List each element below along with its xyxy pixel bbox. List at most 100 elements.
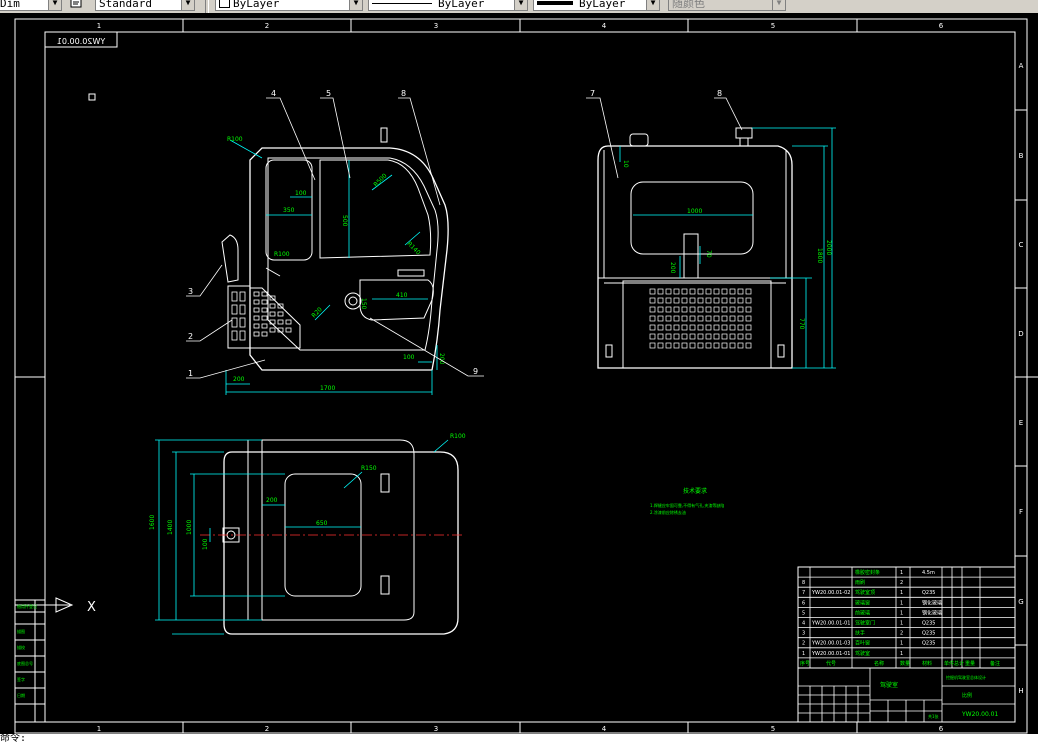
dim-text: 100 xyxy=(295,190,307,197)
dim-text: R100 xyxy=(274,251,290,258)
title-sheet: 共1张 xyxy=(928,713,939,719)
bom-name: 驾驶室顶 xyxy=(855,589,875,596)
bom-qty: 1 xyxy=(900,651,903,657)
title-scale: 比例 xyxy=(962,692,972,699)
zone-label: 1 xyxy=(97,725,101,733)
zone-label: A xyxy=(1019,62,1024,70)
balloon-label: 5 xyxy=(326,89,331,98)
bom-header-cell: 备注 xyxy=(990,660,1000,667)
bom-name: 玻璃窗 xyxy=(855,599,870,606)
bom-qty: 1 xyxy=(900,621,903,627)
lineweight-value: ByLayer xyxy=(579,0,626,10)
lineweight-preview-icon xyxy=(537,1,573,5)
balloon-label: 2 xyxy=(188,332,193,341)
color-dropdown[interactable]: ByLayer ▼ xyxy=(215,0,363,11)
dim-style-value: Dim xyxy=(0,0,20,10)
bom-name: 百叶窗 xyxy=(855,640,870,647)
zone-label: 6 xyxy=(939,22,944,30)
bom-material: 钢化玻璃 xyxy=(922,599,942,606)
title-part-name: 驾驶室 xyxy=(880,681,898,689)
bom-no: 1 xyxy=(802,651,805,657)
bom-name: 前玻璃 xyxy=(855,609,870,616)
bom-header-cell: 总计 xyxy=(954,660,964,667)
dim-text: 350 xyxy=(283,207,295,214)
bom-qty: 2 xyxy=(900,580,903,586)
dim-text: 200 xyxy=(669,262,676,274)
bom-name: 驾驶室 xyxy=(855,650,870,657)
linetype-preview-icon xyxy=(372,3,432,4)
bom-no: 2 xyxy=(802,641,805,647)
zone-label: C xyxy=(1019,241,1024,249)
chevron-down-icon[interactable]: ▼ xyxy=(181,0,194,10)
bom-material: Q235 xyxy=(922,590,935,596)
text-style-value: Standard xyxy=(99,0,152,10)
zone-label: G xyxy=(1018,598,1023,606)
bom-material: Q235 xyxy=(922,641,935,647)
zone-label: D xyxy=(1018,330,1023,338)
dim-text: 100 xyxy=(403,354,415,361)
dim-text: 500 xyxy=(341,215,348,227)
dim-text: 200 xyxy=(233,376,245,383)
dim-text: 100 xyxy=(202,538,209,550)
text-style-icon[interactable] xyxy=(70,0,82,9)
bom-no: 4 xyxy=(802,621,805,627)
plot-style-dropdown[interactable]: 随颜色 ▼ xyxy=(668,0,786,11)
zone-label: 2 xyxy=(265,22,269,30)
zone-label: 4 xyxy=(602,22,607,30)
balloon-label: 4 xyxy=(271,89,276,98)
chevron-down-icon[interactable]: ▼ xyxy=(772,0,785,10)
bom-material: 钢化玻璃 xyxy=(922,609,942,616)
bom-no: 7 xyxy=(802,590,805,596)
dim-text: 1000 xyxy=(186,520,193,535)
bom-header-cell: 数量 xyxy=(900,660,910,667)
zone-label: H xyxy=(1018,687,1023,695)
command-line[interactable]: 命令: xyxy=(0,734,1038,744)
bom-no: 6 xyxy=(802,600,805,606)
balloon-label: 1 xyxy=(188,369,193,378)
bom-no: 3 xyxy=(802,631,805,637)
linetype-value: ByLayer xyxy=(438,0,485,10)
bom-header-cell: 单件 xyxy=(944,660,954,667)
ucs-axis-label: X xyxy=(87,600,96,615)
balloon-label: 3 xyxy=(188,287,193,296)
bom-code: YW20.00.01-01 xyxy=(811,621,850,627)
bom-header-cell: 材料 xyxy=(922,660,932,667)
bom-header-cell: 代号 xyxy=(826,660,836,667)
text-style-dropdown[interactable]: Standard ▼ xyxy=(95,0,195,11)
dim-text: 150 xyxy=(360,298,367,310)
dim-text: 1700 xyxy=(320,385,335,392)
strip-label: 借用件登记 xyxy=(17,603,37,609)
zone-label: 2 xyxy=(265,725,269,733)
chevron-down-icon[interactable]: ▼ xyxy=(646,0,659,10)
drawing-canvas[interactable]: 1 2 3 4 5 6 1 2 3 4 5 6 A B C D E F G H … xyxy=(0,13,1038,734)
linetype-dropdown[interactable]: ByLayer ▼ xyxy=(368,0,528,11)
toolbar-separator xyxy=(205,0,209,13)
strip-label: 签字 xyxy=(17,676,25,682)
lineweight-dropdown[interactable]: ByLayer ▼ xyxy=(533,0,660,11)
bom-material: Q235 xyxy=(922,631,935,637)
zone-label: B xyxy=(1019,152,1024,160)
dim-text: R150 xyxy=(361,465,377,472)
chevron-down-icon[interactable]: ▼ xyxy=(48,0,61,10)
chevron-down-icon[interactable]: ▼ xyxy=(514,0,527,10)
balloon-label: 8 xyxy=(717,89,722,98)
dim-text: 650 xyxy=(316,520,328,527)
notes-title: 技术要求 xyxy=(683,487,707,495)
title-drawing-no: YW20.00.01 xyxy=(961,711,998,718)
bom-no: 5 xyxy=(802,610,805,616)
bom-material: Q235 xyxy=(922,621,935,627)
bom-name: 扶手 xyxy=(855,630,865,637)
chevron-down-icon[interactable]: ▼ xyxy=(349,0,362,10)
note-line: 2.涂漆前应除锈去油 xyxy=(650,509,686,515)
zone-label: 3 xyxy=(434,22,438,30)
dim-style-dropdown[interactable]: Dim ▼ xyxy=(0,0,62,11)
zone-label: 3 xyxy=(434,725,438,733)
bom-header-cell: 序号 xyxy=(800,660,810,667)
balloon-label: 9 xyxy=(473,367,478,376)
color-value: ByLayer xyxy=(233,0,280,10)
bom-qty: 1 xyxy=(900,610,903,616)
title-project: 挖掘机驾驶室总体设计 xyxy=(946,674,986,680)
bom-code: YW20.00.01-02 xyxy=(811,590,850,596)
bom-material: 4.5m xyxy=(922,570,935,576)
strip-label: 描图 xyxy=(17,628,25,634)
